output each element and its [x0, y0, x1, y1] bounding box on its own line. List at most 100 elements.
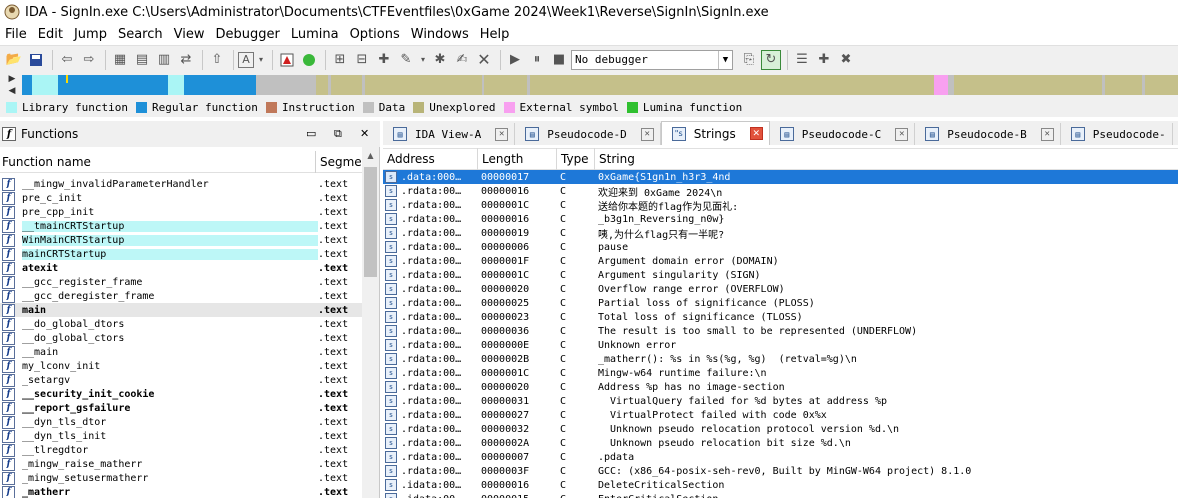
script-icon[interactable]: ✍ [452, 50, 472, 70]
delete-breakpoint-icon[interactable]: ✖ [836, 50, 856, 70]
string-row[interactable]: s .data:000… 00000017 C 0xGame{S1gn1n_h3r3_4… [383, 170, 1178, 184]
close-x-icon[interactable]: ✕ [474, 50, 494, 70]
menu-jump[interactable]: Jump [69, 27, 113, 42]
address-header[interactable]: Address [383, 148, 478, 170]
text-icon[interactable]: A [238, 51, 254, 68]
menu-lumina[interactable]: Lumina [286, 27, 345, 42]
menu-help[interactable]: Help [475, 27, 516, 42]
string-row[interactable]: s .rdata:00… 00000036 C The result is too sm… [383, 324, 1178, 338]
restore-icon[interactable]: ⧉ [334, 127, 342, 141]
chevron-right-icon[interactable]: ▶ [9, 74, 16, 84]
type-header[interactable]: Type [557, 148, 595, 170]
forward-arrow-icon[interactable]: ⇨ [79, 50, 99, 70]
menu-windows[interactable]: Windows [406, 27, 475, 42]
save-icon[interactable] [26, 50, 46, 70]
function-row[interactable]: f __tlregdtor .text [0, 443, 362, 457]
pause-icon[interactable]: ⏸ [527, 50, 547, 70]
string-row[interactable]: s .rdata:00… 0000000E C Unknown error [383, 338, 1178, 352]
dropdown-icon[interactable]: ▾ [256, 50, 266, 70]
string-row[interactable]: s .rdata:00… 0000002B C _matherr(): %s in %s… [383, 352, 1178, 366]
string-row[interactable]: s .idata:00… 00000016 C DeleteCriticalSectio… [383, 478, 1178, 492]
menu-debugger[interactable]: Debugger [210, 27, 285, 42]
tab-strings[interactable]: "s Strings ✕ [660, 121, 770, 145]
function-row[interactable]: f my_lconv_init .text [0, 359, 362, 373]
tab-pseudocode-b[interactable]: ▤ Pseudocode-B ✕ [915, 123, 1061, 145]
function-row[interactable]: f __dyn_tls_dtor .text [0, 415, 362, 429]
function-row[interactable]: f __mingw_invalidParameterHandler .text [0, 177, 362, 191]
function-row[interactable]: f pre_c_init .text [0, 191, 362, 205]
function-row[interactable]: f _mingw_raise_matherr .text [0, 457, 362, 471]
function-row[interactable]: f WinMainCRTStartup .text [0, 233, 362, 247]
function-name-header[interactable]: Function name [0, 150, 316, 173]
function-row[interactable]: f _setargv .text [0, 373, 362, 387]
string-row[interactable]: s .rdata:00… 0000001F C Argument domain erro… [383, 254, 1178, 268]
string-row[interactable]: s .rdata:00… 00000007 C .pdata [383, 450, 1178, 464]
string-row[interactable]: s .rdata:00… 00000027 C VirtualProtect fail… [383, 408, 1178, 422]
tab-pseudocode[interactable]: ▤ Pseudocode- [1061, 123, 1173, 145]
sequence-search-icon[interactable]: ⇄ [176, 50, 196, 70]
immediate-search-icon[interactable]: ▥ [154, 50, 174, 70]
text-search-icon[interactable]: ▤ [132, 50, 152, 70]
function-row[interactable]: f _mingw_setusermatherr .text [0, 471, 362, 485]
string-row[interactable]: s .rdata:00… 0000001C C 送给你本题的flag作为见面礼: [383, 198, 1178, 212]
dropdown-icon[interactable]: ▾ [418, 50, 428, 70]
string-row[interactable]: s .rdata:00… 0000002A C Unknown pseudo relo… [383, 436, 1178, 450]
string-row[interactable]: s .rdata:00… 00000025 C Partial loss of sign… [383, 296, 1178, 310]
open-icon[interactable]: 📂 [4, 50, 24, 70]
menu-options[interactable]: Options [345, 27, 406, 42]
graph-icon[interactable] [277, 50, 297, 70]
struct-icon[interactable]: ⊞ [330, 50, 350, 70]
scroll-thumb[interactable] [364, 167, 377, 277]
attach-icon[interactable]: ⎘ [739, 50, 759, 70]
add-icon[interactable]: ✚ [374, 50, 394, 70]
navigation-strip[interactable] [22, 75, 1178, 95]
start-process-icon[interactable] [299, 50, 319, 70]
close-icon[interactable]: ✕ [360, 127, 369, 140]
function-row[interactable]: f __security_init_cookie .text [0, 387, 362, 401]
stop-icon[interactable]: ■ [549, 50, 569, 70]
string-row[interactable]: s .rdata:00… 00000020 C Overflow range error… [383, 282, 1178, 296]
string-row[interactable]: s .rdata:00… 00000032 C Unknown pseudo relo… [383, 422, 1178, 436]
tab-close-icon[interactable]: ✕ [749, 127, 763, 140]
tab-close-icon[interactable]: ✕ [640, 127, 654, 141]
nav-arrows[interactable]: ▶ ◀ [4, 73, 20, 97]
string-row[interactable]: s .rdata:00… 00000023 C Total loss of signif… [383, 310, 1178, 324]
tab-pseudocode-c[interactable]: ▤ Pseudocode-C ✕ [770, 123, 916, 145]
functions-scrollbar[interactable]: ▲ [362, 147, 379, 498]
function-row[interactable]: f __gcc_deregister_frame .text [0, 289, 362, 303]
function-row[interactable]: f _matherr .text [0, 485, 362, 498]
menu-view[interactable]: View [169, 27, 211, 42]
tab-ida-view-a[interactable]: ▤ IDA View-A ✕ [383, 123, 516, 145]
patch-icon[interactable]: ✎ [396, 50, 416, 70]
run-to-cursor-icon[interactable]: ↻ [761, 49, 781, 70]
function-row[interactable]: f pre_cpp_init .text [0, 205, 362, 219]
function-row[interactable]: f __do_global_ctors .text [0, 331, 362, 345]
function-row[interactable]: f __main .text [0, 345, 362, 359]
add-breakpoint-icon[interactable]: ✚ [814, 50, 834, 70]
binary-search-icon[interactable]: ▦ [110, 50, 130, 70]
enum-icon[interactable]: ⊟ [352, 50, 372, 70]
plugin-icon[interactable]: ✱ [430, 50, 450, 70]
string-header[interactable]: String [595, 148, 1178, 170]
string-row[interactable]: s .rdata:00… 0000001C C Argument singularity… [383, 268, 1178, 282]
tab-close-icon[interactable]: ✕ [495, 127, 509, 141]
menu-file[interactable]: File [0, 27, 33, 42]
function-row[interactable]: f atexit .text [0, 261, 362, 275]
function-row[interactable]: f __do_global_dtors .text [0, 317, 362, 331]
string-row[interactable]: s .rdata:00… 0000001C C Mingw-w64 runtime fa… [383, 366, 1178, 380]
string-row[interactable]: s .rdata:00… 00000031 C VirtualQuery failed… [383, 394, 1178, 408]
tab-close-icon[interactable]: ✕ [1040, 127, 1054, 141]
menu-search[interactable]: Search [113, 27, 169, 42]
function-row[interactable]: f __dyn_tls_init .text [0, 429, 362, 443]
menu-edit[interactable]: Edit [33, 27, 69, 42]
length-header[interactable]: Length [478, 148, 557, 170]
string-row[interactable]: s .idata:00… 00000015CEnterCriticalSection [383, 492, 1178, 498]
tab-close-icon[interactable]: ✕ [895, 127, 909, 141]
string-row[interactable]: s .rdata:00… 00000019 C 咦,为什么flag只有一半呢? [383, 226, 1178, 240]
scroll-up-icon[interactable]: ▲ [362, 147, 379, 164]
function-row[interactable]: f __gcc_register_frame .text [0, 275, 362, 289]
string-row[interactable]: s .rdata:00… 00000016 C _b3g1n_Reversing_n0w… [383, 212, 1178, 226]
string-row[interactable]: s .rdata:00… 0000003F C GCC: (x86_64-posix-s… [383, 464, 1178, 478]
string-row[interactable]: s .rdata:00… 00000020 C Address %p has no im… [383, 380, 1178, 394]
maximize-icon[interactable]: ▭ [306, 127, 316, 140]
